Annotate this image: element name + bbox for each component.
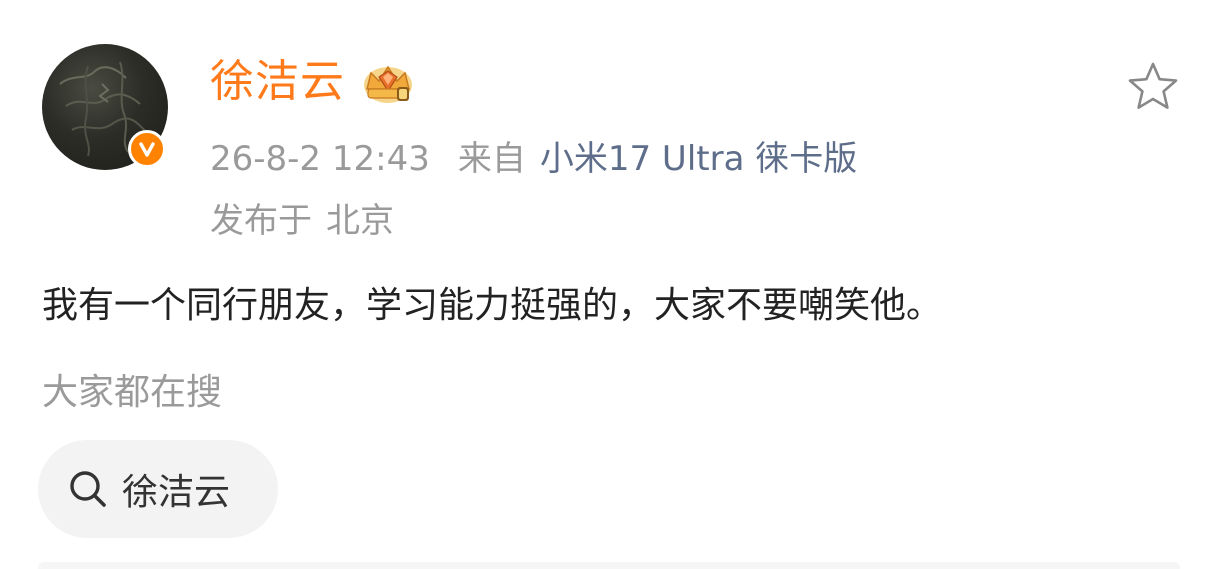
post-location: 发布于 北京 [210,198,394,244]
location-label: 发布于 [210,201,312,241]
post-time: 26-8-2 12:43 [210,139,430,179]
post-body-text: 我有一个同行朋友，学习能力挺强的，大家不要嘲笑他。 [42,285,943,326]
author-avatar-container[interactable] [42,44,168,170]
post-source-label: 来自 [457,139,526,179]
location-value: 北京 [326,201,394,241]
post-meta: 26-8-2 12:43 来自 小米17 Ultra 徕卡版 [210,136,857,182]
search-chip-label: 徐洁云 [122,472,231,513]
gold-crown-icon[interactable] [359,59,417,105]
trending-search-chip[interactable]: 徐洁云 [38,440,278,538]
section-divider [38,562,1180,569]
trending-section-title: 大家都在搜 [42,372,223,413]
star-outline-icon [1128,62,1178,109]
verified-badge-icon [128,130,166,168]
post-device-link[interactable]: 小米17 Ultra 徕卡版 [540,136,857,182]
author-name[interactable]: 徐洁云 [210,52,345,112]
author-row: 徐洁云 [210,52,417,112]
search-icon [70,471,106,507]
favorite-button[interactable] [1124,58,1182,116]
